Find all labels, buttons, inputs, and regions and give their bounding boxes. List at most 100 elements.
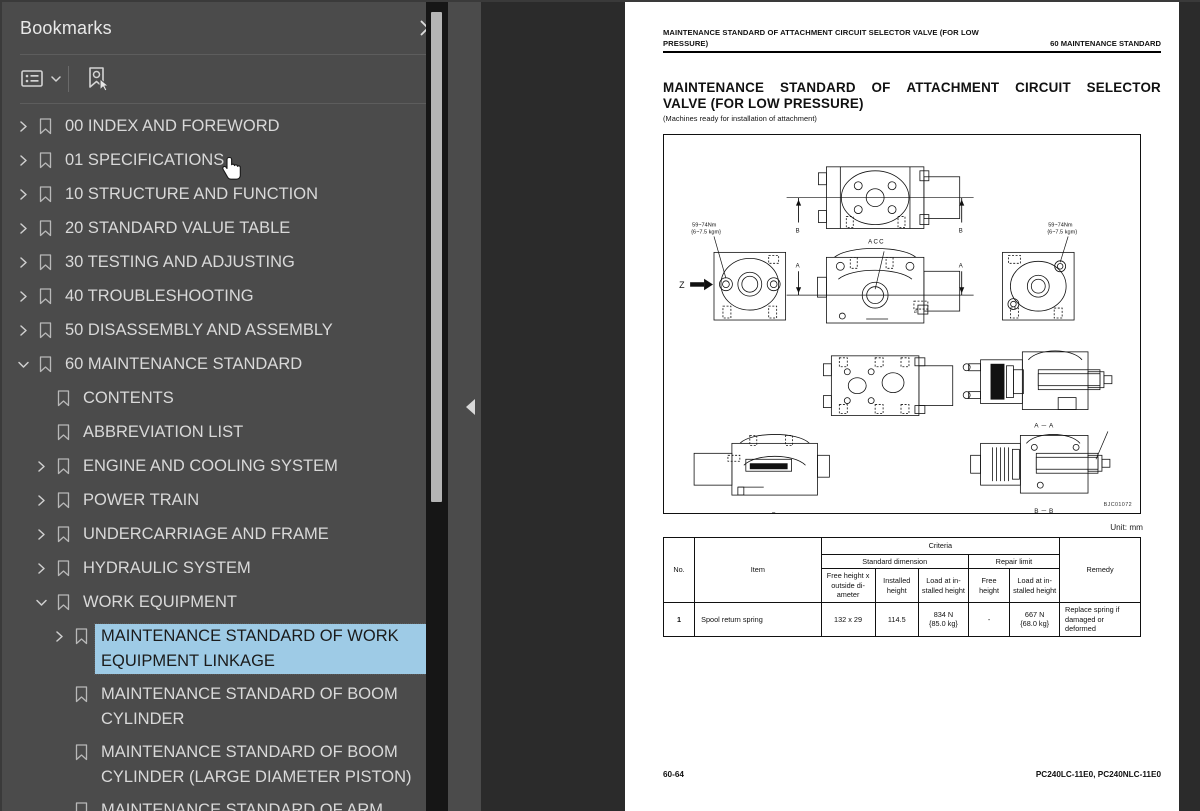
svg-text:ACC: ACC xyxy=(868,238,885,245)
twisty-placeholder xyxy=(48,682,70,707)
bookmark-item[interactable]: 10 STRUCTURE AND FUNCTION xyxy=(2,178,460,212)
document-viewer[interactable]: MAINTENANCE STANDARD OF ATTACHMENT CIRCU… xyxy=(625,0,1200,811)
chevron-right-icon[interactable] xyxy=(12,216,34,241)
bookmark-item[interactable]: 40 TROUBLESHOOTING xyxy=(2,280,460,314)
bookmark-label: MAINTENANCE STANDARD OF BOOM CYLINDER (L… xyxy=(101,742,412,786)
chevron-right-icon[interactable] xyxy=(12,318,34,343)
th-criteria: Criteria xyxy=(820,537,1061,555)
bookmark-icon xyxy=(34,148,56,173)
bookmark-item[interactable]: CONTENTS xyxy=(2,382,460,416)
cell-free-height-od: 132 x 29 xyxy=(820,601,876,637)
bookmark-item[interactable]: 20 STANDARD VALUE TABLE xyxy=(2,212,460,246)
bookmark-icon xyxy=(52,556,74,581)
cell-load-installed-std: 834 N {85.0 kg} xyxy=(918,601,969,637)
bookmark-label: MAINTENANCE STANDARD OF BOOM CYLINDER xyxy=(101,684,398,728)
bookmark-label: ENGINE AND COOLING SYSTEM xyxy=(83,456,338,475)
sidebar-scrollbar-thumb[interactable] xyxy=(431,12,442,502)
bookmark-icon xyxy=(52,590,74,615)
bookmark-item[interactable]: 60 MAINTENANCE STANDARD xyxy=(2,348,460,382)
title-word: ATTACHMENT xyxy=(906,80,1000,95)
list-options-icon[interactable] xyxy=(18,62,64,96)
bookmark-item[interactable]: 01 SPECIFICATIONS xyxy=(2,144,460,178)
footer-model-numbers: PC240LC-11E0, PC240NLC-11E0 xyxy=(1035,770,1161,779)
chevron-right-icon[interactable] xyxy=(30,522,52,547)
twisty-placeholder xyxy=(48,798,70,811)
cell-free-height-repair: - xyxy=(967,601,1011,637)
bookmark-label: POWER TRAIN xyxy=(83,490,200,509)
bookmark-item[interactable]: ABBREVIATION LIST xyxy=(2,416,460,450)
svg-text:B－B: B－B xyxy=(1034,508,1055,513)
page-footer: 60-64 PC240LC-11E0, PC240NLC-11E0 xyxy=(663,770,1161,779)
chevron-down-icon[interactable] xyxy=(30,590,52,615)
running-header-right: 60 MAINTENANCE STANDARD xyxy=(1050,38,1161,48)
footer-page-number: 60-64 xyxy=(663,770,684,779)
bookmark-icon xyxy=(34,318,56,343)
twisty-placeholder xyxy=(30,420,52,445)
twisty-placeholder xyxy=(30,386,52,411)
figure-id: BJC01072 xyxy=(1103,502,1132,508)
chevron-right-icon[interactable] xyxy=(30,454,52,479)
sidebar-scrollbar-track[interactable] xyxy=(426,2,448,811)
svg-text:Z: Z xyxy=(772,512,776,513)
chevron-right-icon[interactable] xyxy=(12,250,34,275)
chevron-right-icon[interactable] xyxy=(12,114,34,139)
chevron-down-icon[interactable] xyxy=(12,352,34,377)
chevron-right-icon[interactable] xyxy=(30,488,52,513)
bookmarks-panel-title: Bookmarks xyxy=(20,17,112,38)
bookmark-item[interactable]: MAINTENANCE STANDARD OF ARM CYLINDER xyxy=(2,794,460,811)
triangle-left-icon[interactable] xyxy=(463,395,479,419)
bookmark-icon xyxy=(34,216,56,241)
svg-text:{6~7.5 kgm}: {6~7.5 kgm} xyxy=(1047,229,1077,235)
bookmarks-toolbar xyxy=(2,55,460,103)
chevron-right-icon[interactable] xyxy=(30,556,52,581)
bookmark-icon xyxy=(70,798,92,811)
bookmark-label: 00 INDEX AND FOREWORD xyxy=(65,116,280,135)
bookmark-item[interactable]: WORK EQUIPMENT xyxy=(2,586,460,620)
cell-load-installed-repair: 667 N {68.0 kg} xyxy=(1009,601,1061,637)
bookmark-item[interactable]: HYDRAULIC SYSTEM xyxy=(2,552,460,586)
chevron-down-icon xyxy=(51,76,61,82)
header-rule xyxy=(663,51,1161,53)
bookmark-item[interactable]: MAINTENANCE STANDARD OF BOOM CYLINDER (L… xyxy=(2,736,460,794)
bookmark-label: 40 TROUBLESHOOTING xyxy=(65,286,254,305)
bookmark-item[interactable]: ENGINE AND COOLING SYSTEM xyxy=(2,450,460,484)
bookmark-item[interactable]: 30 TESTING AND ADJUSTING xyxy=(2,246,460,280)
bookmark-item[interactable]: 50 DISASSEMBLY AND ASSEMBLY xyxy=(2,314,460,348)
bookmark-item[interactable]: MAINTENANCE STANDARD OF WORK EQUIPMENT L… xyxy=(2,620,460,678)
bookmark-item[interactable]: MAINTENANCE STANDARD OF BOOM CYLINDER xyxy=(2,678,460,736)
th-item: Item xyxy=(694,537,822,603)
section-title: MAINTENANCE STANDARD OF ATTACHMENT CIRCUIT SE… xyxy=(663,80,1161,123)
chevron-right-icon[interactable] xyxy=(12,284,34,309)
toolbar-separator xyxy=(68,65,69,92)
pdf-page: MAINTENANCE STANDARD OF ATTACHMENT CIRCU… xyxy=(625,2,1179,811)
bookmark-item[interactable]: UNDERCARRIAGE AND FRAME xyxy=(2,518,460,552)
bookmark-icon xyxy=(34,114,56,139)
chevron-right-icon[interactable] xyxy=(12,148,34,173)
bookmark-icon xyxy=(34,250,56,275)
th-installed-height: Installed height xyxy=(874,568,920,603)
bookmark-icon xyxy=(52,386,74,411)
bookmark-label: 50 DISASSEMBLY AND ASSEMBLY xyxy=(65,320,333,339)
chevron-right-icon[interactable] xyxy=(12,182,34,207)
chevron-right-icon[interactable] xyxy=(48,624,70,649)
bookmarks-sidebar: Bookmarks 00 INDEX AND FOREWORD 01 SPECI… xyxy=(0,0,460,811)
title-word: SELECTOR xyxy=(1086,80,1161,95)
bookmark-label: 60 MAINTENANCE STANDARD xyxy=(65,354,303,373)
title-word: STANDARD xyxy=(779,80,856,95)
bookmark-icon xyxy=(52,454,74,479)
svg-text:59~74Nm: 59~74Nm xyxy=(1048,223,1073,229)
th-remedy: Remedy xyxy=(1059,537,1141,603)
bookmark-item[interactable]: POWER TRAIN xyxy=(2,484,460,518)
bookmark-label: MAINTENANCE STANDARD OF ARM CYLINDER xyxy=(101,800,384,811)
bookmark-icon xyxy=(70,624,92,649)
unit-label: Unit: mm xyxy=(1110,523,1143,532)
page-right-margin xyxy=(1179,2,1200,811)
bookmarks-panel-header: Bookmarks xyxy=(2,2,460,54)
cell-no: 1 xyxy=(662,601,696,637)
bookmark-icon xyxy=(52,420,74,445)
bookmark-icon xyxy=(34,284,56,309)
new-bookmark-icon[interactable] xyxy=(79,62,117,96)
svg-text:Z: Z xyxy=(679,280,685,290)
svg-text:A－A: A－A xyxy=(1034,422,1055,429)
bookmark-item[interactable]: 00 INDEX AND FOREWORD xyxy=(2,110,460,144)
